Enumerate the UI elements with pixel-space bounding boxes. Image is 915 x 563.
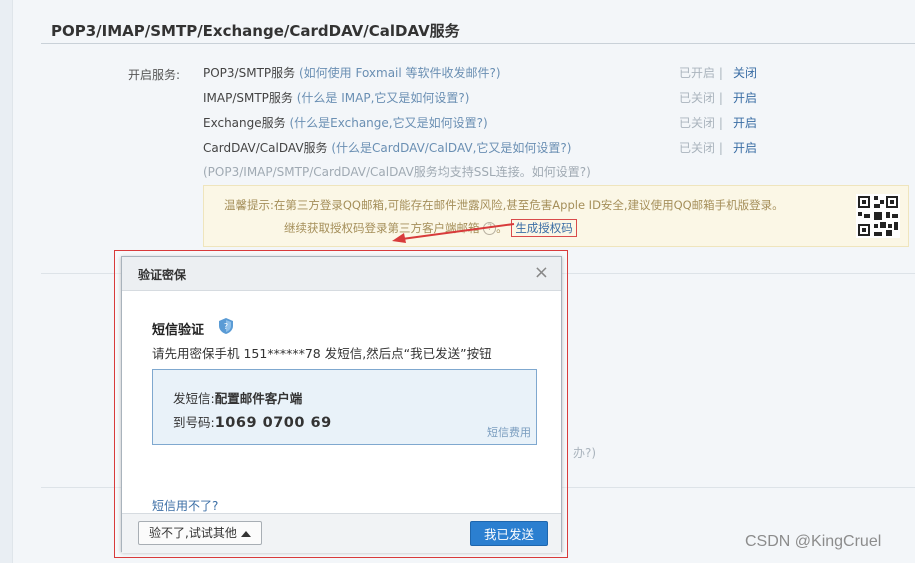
generate-auth-code-link[interactable]: 生成授权码 bbox=[511, 219, 577, 237]
red-arrow-icon bbox=[392, 223, 515, 243]
service-help-link[interactable]: (什么是CardDAV/CalDAV,它又是如何设置?) bbox=[331, 141, 571, 155]
qr-code-icon bbox=[856, 194, 900, 238]
service-status: 已关闭 | bbox=[679, 141, 723, 155]
service-name: IMAP/SMTP服务 bbox=[203, 91, 293, 105]
dialog-title: 验证密保 bbox=[138, 268, 187, 282]
triangle-up-icon bbox=[240, 530, 251, 537]
service-toggle-link[interactable]: 开启 bbox=[733, 139, 757, 156]
sms-unavailable-link[interactable]: 短信用不了? bbox=[152, 497, 218, 514]
service-row-pop3: POP3/SMTP服务 (如何使用 Foxmail 等软件收发邮件?) 已开启 … bbox=[203, 64, 903, 82]
service-status: 已开启 | bbox=[679, 66, 723, 80]
ssl-note[interactable]: (POP3/IMAP/SMTP/CardDAV/CalDAV服务均支持SSL连接… bbox=[203, 163, 591, 180]
sms-instruction: 请先用密保手机 151******78 发短信,然后点“我已发送”按钮 bbox=[152, 346, 492, 361]
service-row-exchange: Exchange服务 (什么是Exchange,它又是如何设置?) 已关闭 | … bbox=[203, 114, 903, 132]
service-help-link[interactable]: (如何使用 Foxmail 等软件收发邮件?) bbox=[299, 66, 501, 80]
service-status: 已关闭 | bbox=[679, 116, 723, 130]
service-toggle-link[interactable]: 开启 bbox=[733, 89, 757, 106]
service-row-carddav: CardDAV/CalDAV服务 (什么是CardDAV/CalDAV,它又是如… bbox=[203, 139, 903, 157]
sent-button[interactable]: 我已发送 bbox=[470, 521, 548, 546]
svg-text:?: ? bbox=[224, 322, 228, 331]
service-row-imap: IMAP/SMTP服务 (什么是 IMAP,它又是如何设置?) 已关闭 | 开启 bbox=[203, 89, 903, 107]
service-help-link[interactable]: (什么是 IMAP,它又是如何设置?) bbox=[297, 91, 470, 105]
service-toggle-link[interactable]: 关闭 bbox=[733, 64, 757, 81]
service-toggle-link[interactable]: 开启 bbox=[733, 114, 757, 131]
section-title: POP3/IMAP/SMTP/Exchange/CardDAV/CalDAV服务 bbox=[51, 22, 460, 40]
watermark: CSDN @KingCruel bbox=[745, 533, 882, 550]
close-icon[interactable]: × bbox=[534, 263, 549, 283]
try-other-label: 验不了,试试其他 bbox=[149, 526, 237, 540]
service-name: Exchange服务 bbox=[203, 116, 286, 130]
verify-dialog: 验证密保 × 短信验证 ? 请先用密保手机 151******78 发短信,然后… bbox=[121, 256, 562, 553]
warning-tip-box: 温馨提示:在第三方登录QQ邮箱,可能存在邮件泄露风险,甚至危害Apple ID安… bbox=[203, 185, 909, 247]
service-help-link[interactable]: (什么是Exchange,它又是如何设置?) bbox=[289, 116, 487, 130]
obscured-help-text: 办?) bbox=[573, 446, 597, 460]
shield-icon: ? bbox=[219, 318, 233, 334]
service-name: CardDAV/CalDAV服务 bbox=[203, 141, 328, 155]
title-divider bbox=[41, 43, 915, 44]
service-name: POP3/SMTP服务 bbox=[203, 66, 296, 80]
to-number: 1069 0700 69 bbox=[214, 415, 332, 431]
sms-info-box: 发短信:配置邮件客户端 到号码:1069 0700 69 短信费用 bbox=[152, 369, 537, 445]
tip-text: 温馨提示:在第三方登录QQ邮箱,可能存在邮件泄露风险,甚至危害Apple ID安… bbox=[224, 198, 784, 212]
to-label: 到号码: bbox=[173, 415, 215, 430]
try-other-method-button[interactable]: 验不了,试试其他 bbox=[138, 521, 262, 545]
dialog-footer: 验不了,试试其他 我已发送 bbox=[122, 513, 561, 553]
sms-verify-title: 短信验证 bbox=[152, 323, 205, 338]
service-status: 已关闭 | bbox=[679, 91, 723, 105]
enable-service-label: 开启服务: bbox=[128, 68, 181, 82]
send-content: 配置邮件客户端 bbox=[214, 391, 303, 406]
sms-fee-link[interactable]: 短信费用 bbox=[487, 424, 531, 440]
dialog-header: 验证密保 × bbox=[122, 257, 561, 291]
send-label: 发短信: bbox=[173, 391, 215, 406]
